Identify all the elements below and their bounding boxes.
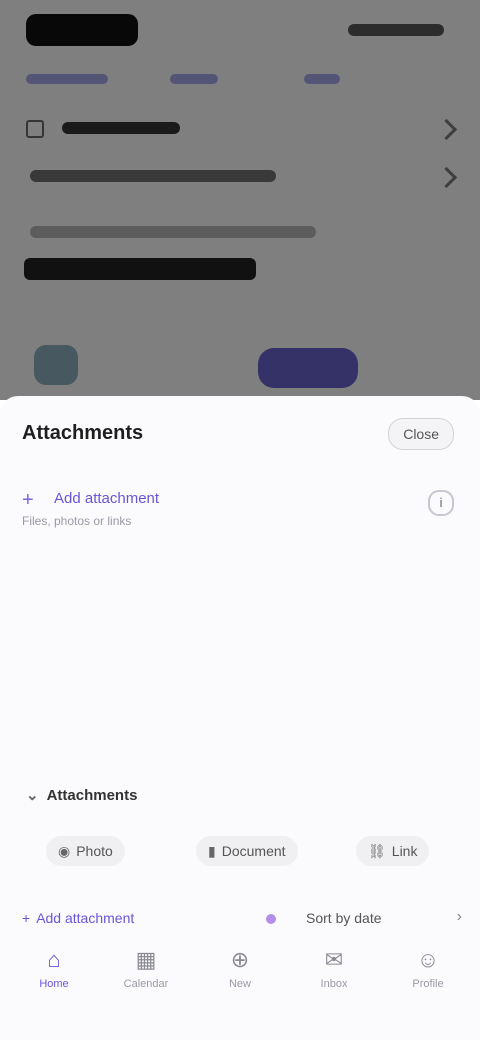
status-dot (266, 914, 276, 924)
chevron-right-icon: › (456, 908, 462, 925)
profile-icon: ☺ (416, 947, 440, 972)
add-attachment-label[interactable]: Add attachment (54, 490, 159, 507)
inbox-icon: ✉ (324, 947, 344, 972)
add-icon: ⊕ (230, 947, 250, 972)
bottom-sheet: Attachments Close + Add attachment Files… (0, 396, 480, 1040)
background-app (0, 0, 480, 400)
nav-label: Home (39, 978, 69, 990)
modal-scrim[interactable] (0, 0, 480, 400)
nav-home[interactable]: ⌂ Home (14, 946, 94, 1016)
camera-icon: ◉ (58, 843, 71, 859)
plus-icon: + (22, 489, 34, 511)
calendar-icon: ▦ (135, 947, 157, 972)
plus-icon: + (22, 910, 31, 926)
add-attachment-subtitle: Files, photos or links (22, 514, 132, 528)
section-heading[interactable]: ⌄ Attachments (26, 786, 137, 804)
nav-label: Calendar (123, 978, 169, 990)
nav-label: Inbox (320, 978, 348, 990)
sort-button[interactable]: Sort by date (306, 910, 382, 926)
file-icon: ▮ (208, 843, 216, 859)
sheet-footer: + Add attachment Sort by date › (22, 902, 462, 938)
nav-inbox[interactable]: ✉ Inbox (294, 946, 374, 1016)
footer-add-label: Add attachment (36, 910, 135, 926)
nav-profile[interactable]: ☺ Profile (388, 946, 468, 1016)
pill-label: Photo (76, 843, 113, 859)
home-icon: ⌂ (47, 947, 61, 972)
sheet-title: Attachments (22, 422, 144, 444)
photo-pill[interactable]: ◉ Photo (46, 836, 125, 866)
info-icon[interactable]: i (428, 490, 454, 516)
section-heading-label: Attachments (46, 787, 138, 804)
link-icon: ⛓ (368, 843, 386, 859)
nav-calendar[interactable]: ▦ Calendar (106, 946, 186, 1016)
document-pill[interactable]: ▮ Document (196, 836, 298, 866)
link-pill[interactable]: ⛓ Link (356, 836, 430, 866)
close-button[interactable]: Close (388, 418, 454, 450)
add-attachment-row[interactable]: + Add attachment Files, photos or links … (22, 482, 458, 532)
pill-label: Document (221, 843, 286, 859)
bottom-nav: ⌂ Home ▦ Calendar ⊕ New ✉ Inbox ☺ Profil… (0, 938, 480, 1040)
nav-new[interactable]: ⊕ New (200, 946, 280, 1016)
nav-label: Profile (412, 978, 444, 990)
footer-add-button[interactable]: + Add attachment (22, 910, 134, 926)
chevron-down-icon: ⌄ (26, 787, 39, 804)
pill-label: Link (391, 843, 418, 859)
nav-label: New (228, 978, 251, 990)
